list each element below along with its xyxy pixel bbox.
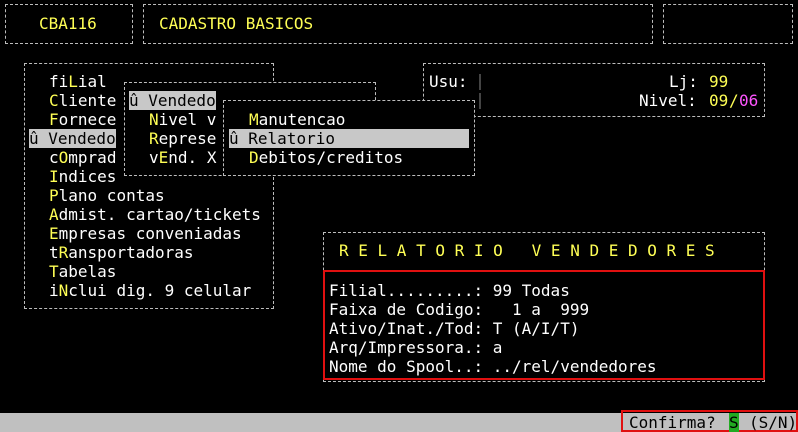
menu-text: mprad: [68, 148, 117, 167]
main-menu-item[interactable]: Cliente: [29, 91, 116, 110]
menu-hotkey: A: [49, 205, 59, 224]
menu-hotkey: F: [49, 110, 59, 129]
menu-hotkey: O: [58, 148, 69, 167]
menu-text: mpresas conveniadas: [58, 224, 242, 243]
nivel-value: 09: [709, 91, 729, 110]
nivel-field: [479, 93, 481, 109]
main-menu-item[interactable]: Fornece: [29, 110, 116, 129]
confirm-answer-input[interactable]: S: [729, 413, 739, 432]
menu-hotkey: D: [249, 148, 259, 167]
main-menu-item[interactable]: cOmprad: [29, 148, 116, 167]
main-menu-item[interactable]: Indices: [29, 167, 116, 186]
report-field-row: Nome do Spool..: ../rel/vendedores: [329, 357, 657, 376]
main-menu-item[interactable]: Admist. cartao/tickets: [29, 205, 261, 224]
menu-hotkey: R: [58, 243, 69, 262]
report-field-value[interactable]: a: [483, 338, 503, 357]
nivel-max: 06: [739, 91, 759, 110]
report-field-row: Arq/Impressora.: a: [329, 338, 502, 357]
menu-hotkey: N: [149, 110, 159, 129]
report-field-label: Ativo/Inat./Tod:: [329, 319, 484, 338]
menu-hotkey: E: [49, 224, 59, 243]
menu-text: nd. X: [168, 148, 217, 167]
main-menu-item[interactable]: fiLial: [29, 72, 107, 91]
menu-text: dmist. cartao/tickets: [58, 205, 261, 224]
menu-text: ansportadoras: [68, 243, 194, 262]
usu-field: [479, 74, 481, 90]
menu-text: ndices: [58, 167, 117, 186]
menu-text: ial: [77, 72, 107, 91]
report-dialog-title: R E L A T O R I O V E N D E D O R E S: [339, 241, 715, 260]
menu-hotkey: N: [58, 281, 69, 300]
screen-title: CADASTRO BASICOS: [159, 14, 314, 33]
main-menu-item[interactable]: û Vendedo: [29, 129, 116, 148]
menu-text: lano contas: [58, 186, 165, 205]
report-field-value[interactable]: 99 Todas: [483, 281, 570, 300]
menu-hotkey: L: [68, 72, 78, 91]
empty-header-box: [663, 4, 793, 44]
menu-hotkey: R: [149, 129, 159, 148]
menu-text: t: [49, 243, 59, 262]
menu-hotkey: P: [49, 186, 59, 205]
menu-text: liente: [58, 91, 117, 110]
main-menu-item[interactable]: Plano contas: [29, 186, 165, 205]
report-field-value[interactable]: T (A/I/T): [483, 319, 580, 338]
report-field-label: Arq/Impressora.:: [329, 338, 484, 357]
report-field-label: Filial.........:: [329, 281, 484, 300]
menu-text: û: [229, 129, 249, 148]
menu-hotkey: I: [49, 167, 59, 186]
confirm-prompt: Confirma?: [629, 413, 716, 432]
menu-text: abelas: [58, 262, 117, 281]
menu-text: ornece: [58, 110, 117, 129]
main-menu-item[interactable]: tRansportadoras: [29, 243, 194, 262]
nivel-sep: /: [729, 91, 739, 110]
menu-hotkey: T: [49, 262, 59, 281]
report-field-value[interactable]: 1 a 999: [483, 300, 589, 319]
menu-text: ivel v: [158, 110, 217, 129]
menu-text: c: [49, 148, 59, 167]
vendedor-submenu-title: û Vendedo: [129, 91, 216, 110]
confirm-options: (S/N): [749, 413, 798, 432]
menu-hotkey: M: [249, 110, 259, 129]
main-menu-item[interactable]: iNclui dig. 9 celular: [29, 281, 251, 300]
program-code: CBA116: [39, 14, 97, 33]
menu-text: fi: [49, 72, 69, 91]
menu-hotkey: E: [158, 148, 169, 167]
report-field-label: Faixa de Codigo:: [329, 300, 484, 319]
lj-label: Lj:: [669, 72, 698, 91]
report-submenu-item[interactable]: Manutencao: [249, 110, 345, 129]
report-field-row: Faixa de Codigo: 1 a 999: [329, 300, 589, 319]
usu-label: Usu:: [429, 72, 468, 91]
menu-text: anutencao: [258, 110, 346, 129]
report-field-label: Nome do Spool..:: [329, 357, 484, 376]
menu-hotkey: R: [248, 129, 258, 148]
report-field-value[interactable]: ../rel/vendedores: [483, 357, 657, 376]
report-submenu-item[interactable]: Debitos/creditos: [249, 148, 403, 167]
menu-text: eprese: [158, 129, 217, 148]
menu-text: ebitos/creditos: [258, 148, 404, 167]
nivel-label: Nivel:: [639, 91, 697, 110]
menu-text: û Vendedo: [29, 129, 116, 148]
vendedor-submenu-item[interactable]: Nivel v: [149, 110, 216, 129]
menu-text: elatorio: [257, 129, 335, 148]
main-menu-item[interactable]: Empresas conveniadas: [29, 224, 242, 243]
lj-value: 99: [709, 72, 729, 91]
menu-text: i: [49, 281, 59, 300]
report-submenu-item[interactable]: û Relatorio: [229, 129, 469, 148]
menu-text: v: [149, 148, 159, 167]
menu-text: clui dig. 9 celular: [68, 281, 252, 300]
vendedor-submenu-item[interactable]: Represe: [149, 129, 216, 148]
menu-hotkey: C: [49, 91, 59, 110]
report-field-row: Ativo/Inat./Tod: T (A/I/T): [329, 319, 579, 338]
report-field-row: Filial.........: 99 Todas: [329, 281, 570, 300]
main-menu-item[interactable]: Tabelas: [29, 262, 116, 281]
vendedor-submenu-item[interactable]: vEnd. X: [149, 148, 216, 167]
